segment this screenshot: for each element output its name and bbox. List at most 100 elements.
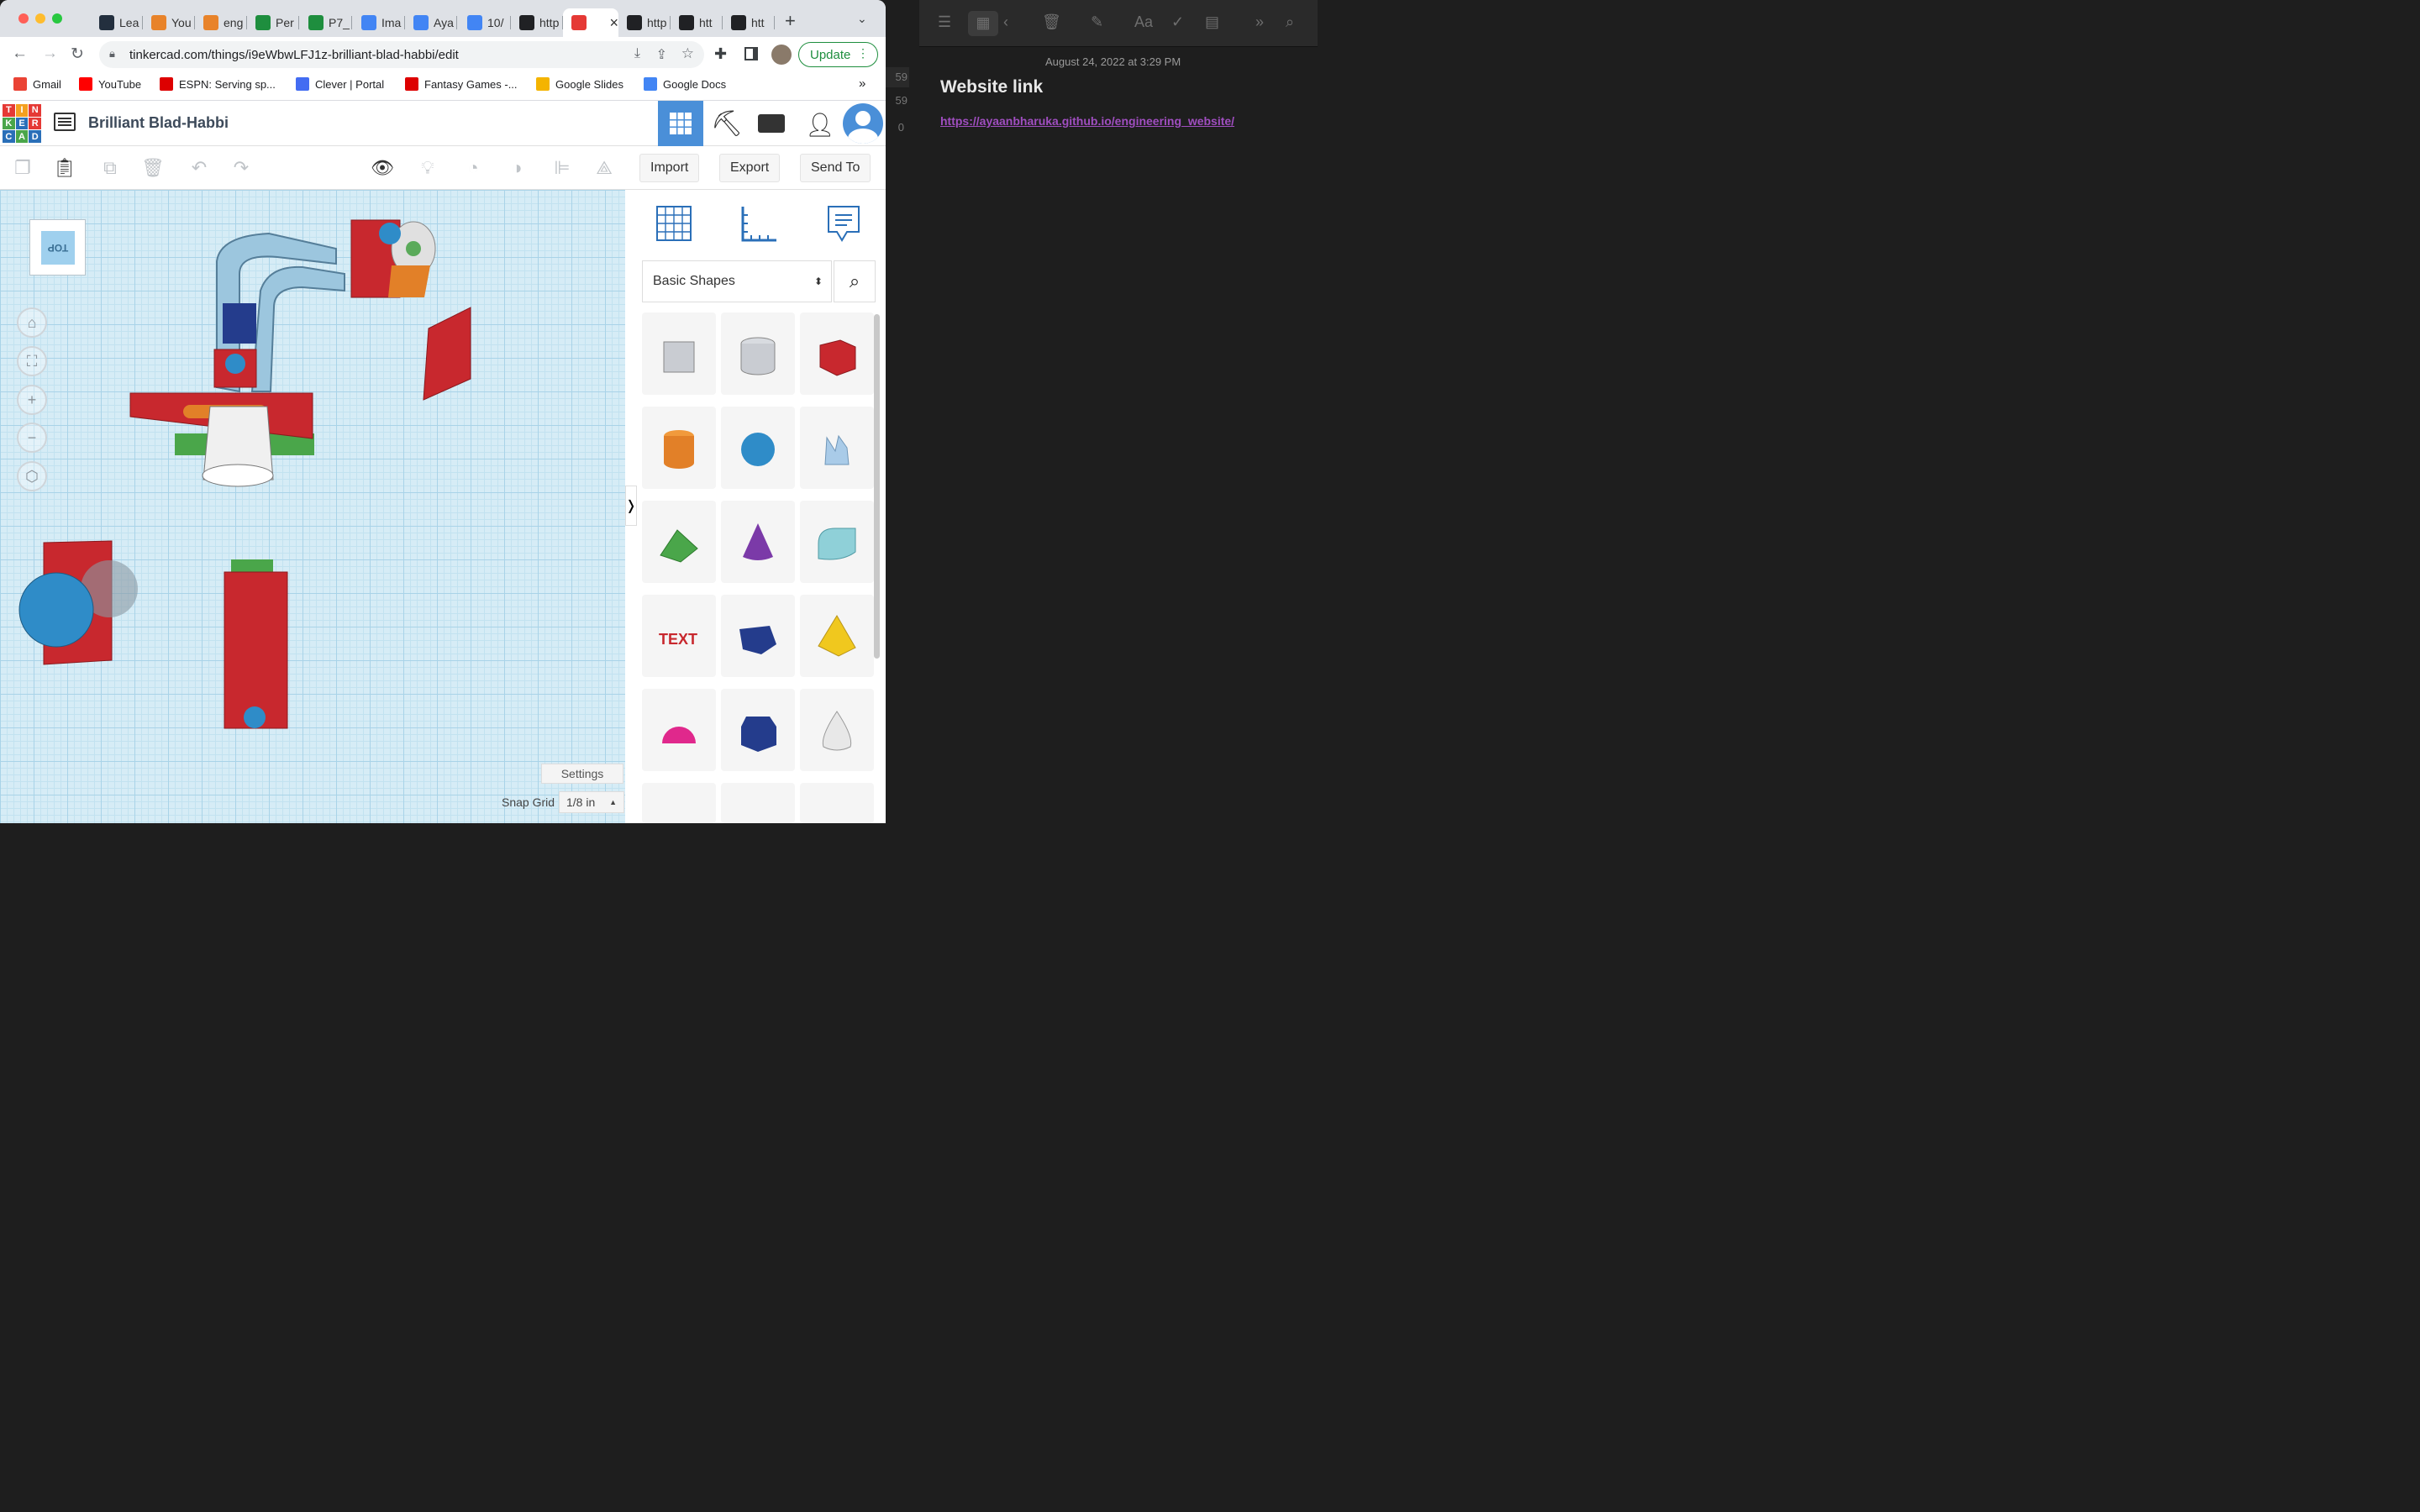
design-title[interactable]: Brilliant Blad-Habbi: [88, 114, 229, 132]
redo-icon[interactable]: ↷: [227, 155, 255, 181]
search-icon[interactable]: ⌕: [834, 260, 876, 302]
install-icon[interactable]: ⤓: [634, 46, 640, 61]
show-all-icon[interactable]: 💡︎: [413, 155, 442, 181]
panel-scrollbar[interactable]: [874, 314, 880, 659]
3d-design-view-button[interactable]: [658, 101, 703, 146]
bookmark-item[interactable]: Google Docs: [644, 77, 726, 91]
workplane[interactable]: TOP ⌂ ⛶ + − ⬡ Settings Snap Grid 1/8 in ▲: [0, 190, 625, 823]
format-icon[interactable]: Aa: [1134, 13, 1153, 31]
tab-search-icon[interactable]: ⌄: [857, 12, 867, 26]
user-avatar[interactable]: [843, 103, 883, 144]
forward-icon[interactable]: →: [42, 45, 58, 63]
export-button[interactable]: Export: [719, 154, 781, 182]
duplicate-icon[interactable]: ⧉: [96, 155, 124, 181]
close-tab-icon[interactable]: ×: [609, 14, 618, 32]
tab[interactable]: 10/: [459, 8, 511, 37]
more-chevron-icon[interactable]: »: [1255, 13, 1264, 31]
notes-icon[interactable]: [823, 203, 864, 244]
new-tab-icon[interactable]: +: [785, 10, 796, 32]
more-bookmarks-button[interactable]: »: [859, 76, 865, 91]
undo-icon[interactable]: ↶: [185, 155, 213, 181]
bookmark-item[interactable]: Fantasy Games -...: [405, 77, 518, 91]
tab[interactable]: eng: [195, 8, 247, 37]
profile-avatar[interactable]: [771, 45, 792, 65]
notes-search-icon[interactable]: ⌕: [1286, 13, 1294, 31]
reload-icon[interactable]: ↻: [71, 45, 84, 64]
share-icon[interactable]: ⇪: [656, 46, 667, 63]
bookmark-item[interactable]: ESPN: Serving sp...: [160, 77, 276, 91]
bricks-icon[interactable]: [758, 114, 785, 133]
shape-item[interactable]: [800, 783, 874, 823]
minimize-window-button[interactable]: [35, 13, 45, 24]
shape-item[interactable]: [642, 407, 716, 489]
align-icon[interactable]: ⊫: [548, 155, 576, 181]
copy-icon[interactable]: ❐: [8, 155, 37, 181]
shape-item[interactable]: [721, 501, 795, 583]
trash-icon[interactable]: 🗑︎: [1042, 13, 1061, 31]
shape-item[interactable]: [800, 595, 874, 677]
more-menu-icon[interactable]: ⋮: [857, 46, 869, 60]
tab[interactable]: http: [511, 8, 563, 37]
tab[interactable]: P7_: [300, 8, 352, 37]
extensions-icon[interactable]: ✚: [714, 45, 727, 63]
shape-item[interactable]: [721, 783, 795, 823]
import-button[interactable]: Import: [639, 154, 700, 182]
bookmark-item[interactable]: Gmail: [13, 77, 61, 91]
tab[interactable]: You: [143, 8, 195, 37]
add-collaborator-icon[interactable]: 👤︎: [805, 111, 835, 139]
ungroup-icon[interactable]: ◑: [502, 155, 531, 181]
shape-item[interactable]: [721, 689, 795, 771]
back-icon[interactable]: ←: [12, 45, 28, 63]
shape-item[interactable]: [642, 312, 716, 395]
shape-item[interactable]: [642, 501, 716, 583]
group-icon[interactable]: ◔: [459, 155, 487, 181]
zoom-window-button[interactable]: [52, 13, 62, 24]
note-heading[interactable]: Website link: [940, 77, 1043, 97]
tab[interactable]: Per: [247, 8, 299, 37]
design-list-icon[interactable]: [54, 113, 76, 133]
ruler-icon[interactable]: [738, 203, 778, 244]
settings-button[interactable]: Settings: [541, 764, 623, 784]
paste-icon[interactable]: 📋︎: [50, 155, 79, 181]
shape-category-select[interactable]: Basic Shapes ⬍: [642, 260, 832, 302]
list-view-icon[interactable]: ☰: [938, 13, 951, 31]
shape-item[interactable]: [800, 407, 874, 489]
tinkercad-logo[interactable]: TIN KER CAD: [3, 104, 41, 143]
note-link[interactable]: https://ayaanbharuka.github.io/engineeri…: [940, 114, 1234, 128]
back-chevron-icon[interactable]: ‹: [1003, 13, 1008, 31]
tab[interactable]: htt: [723, 8, 775, 37]
shape-item[interactable]: [800, 501, 874, 583]
shape-item[interactable]: [800, 689, 874, 771]
bookmark-item[interactable]: YouTube: [79, 77, 141, 91]
workplane-icon[interactable]: [654, 203, 694, 244]
bookmark-star-icon[interactable]: ☆: [681, 45, 694, 62]
mirror-icon[interactable]: ⟁: [590, 155, 618, 181]
tab[interactable]: Aya: [405, 8, 457, 37]
update-button[interactable]: Update ⋮: [798, 42, 878, 67]
shape-item[interactable]: [642, 783, 716, 823]
tab[interactable]: Lea: [91, 8, 143, 37]
tab[interactable]: http: [618, 8, 671, 37]
snap-grid-select[interactable]: 1/8 in ▲: [559, 791, 624, 813]
shape-item[interactable]: [721, 595, 795, 677]
shape-item[interactable]: [800, 312, 874, 395]
gallery-view-icon[interactable]: ▦: [968, 11, 998, 36]
checklist-icon[interactable]: ✓: [1171, 13, 1184, 31]
pickaxe-icon[interactable]: ⛏︎: [711, 109, 743, 139]
side-panel-icon[interactable]: [744, 47, 758, 60]
shape-item[interactable]: [642, 689, 716, 771]
bookmark-item[interactable]: Google Slides: [536, 77, 623, 91]
bookmark-item[interactable]: Clever | Portal: [296, 77, 384, 91]
collapse-panel-button[interactable]: ❭: [625, 486, 637, 526]
compose-icon[interactable]: ✎: [1091, 13, 1103, 31]
tab[interactable]: Ima: [353, 8, 405, 37]
url-input[interactable]: 🔒︎ tinkercad.com/things/i9eWbwLFJ1z-bril…: [99, 41, 704, 68]
tab[interactable]: ×: [563, 8, 618, 37]
shape-item[interactable]: [721, 407, 795, 489]
shape-item[interactable]: TEXT: [642, 595, 716, 677]
shape-item[interactable]: [721, 312, 795, 395]
close-window-button[interactable]: [18, 13, 29, 24]
delete-icon[interactable]: 🗑︎: [139, 155, 167, 181]
table-icon[interactable]: ▤: [1205, 13, 1219, 31]
send-to-button[interactable]: Send To: [800, 154, 871, 182]
